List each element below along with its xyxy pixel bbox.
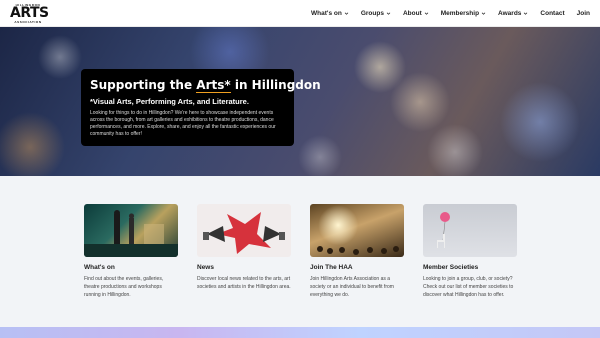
balloon-chair-image [437,212,450,248]
card-image-join[interactable] [310,204,404,257]
card-whats-on[interactable]: What's on Find out about the events, gal… [84,204,178,299]
nav-label: Join [576,10,590,17]
nav-label: Contact [540,10,565,17]
nav-item-about[interactable]: About [403,10,429,17]
main-nav: What's on Groups About Membership Awards… [299,0,590,27]
card-description: Discover local news related to the arts,… [197,276,291,290]
card-title[interactable]: News [197,264,291,271]
chevron-down-icon [344,12,349,15]
card-image-news[interactable] [197,204,291,257]
nav-label: Membership [440,10,480,17]
card-description: Looking to join a group, club, or societ… [423,276,514,298]
hero-title-start: Supporting the [90,78,197,92]
card-title[interactable]: Join The HAA [310,264,404,271]
hero-title-accent: Arts* [196,78,231,93]
feature-cards: What's on Find out about the events, gal… [84,204,517,314]
chevron-down-icon [524,12,528,15]
site-logo[interactable]: HILLINGDON ARTS ASSOCIATION [10,3,49,24]
audience-image [317,246,399,255]
card-title[interactable]: What's on [84,264,178,271]
card-join-haa[interactable]: Join The HAA Join Hillingdon Arts Associ… [310,204,404,299]
megaphone-image [203,212,285,254]
card-title[interactable]: Member Societies [423,264,517,271]
card-news[interactable]: News Discover local news related to the … [197,204,291,291]
nav-label: What's on [311,10,342,17]
nav-item-awards[interactable]: Awards [498,10,528,17]
nav-item-contact[interactable]: Contact [540,10,564,17]
chevron-down-icon [386,12,391,15]
nav-item-groups[interactable]: Groups [361,10,391,17]
nav-item-whats-on[interactable]: What's on [311,10,349,17]
card-image-whats-on[interactable] [84,204,178,257]
site-header: HILLINGDON ARTS ASSOCIATION What's on Gr… [0,0,600,27]
hero-title-end: in Hillingdon [230,78,321,92]
card-description: Find out about the events, galleries, th… [84,276,164,298]
hero-card: Supporting the Arts* in Hillingdon *Visu… [81,69,321,146]
hero-description: Looking for things to do in Hillingdon? … [90,110,276,137]
card-member-societies[interactable]: Member Societies Looking to join a group… [423,204,517,299]
chevron-down-icon [481,12,486,15]
chevron-down-icon [424,12,429,15]
nav-item-membership[interactable]: Membership [441,10,486,17]
nav-label: Groups [360,10,384,17]
hero-subtitle: *Visual Arts, Performing Arts, and Liter… [90,97,249,106]
nav-item-join[interactable]: Join [577,10,590,17]
logo-bottom-text: ASSOCIATION [14,20,42,24]
card-description: Join Hillingdon Arts Association as a so… [310,276,394,298]
theatre-scene-image [84,210,178,257]
card-image-societies[interactable] [423,204,517,257]
nav-label: Awards [498,10,522,17]
logo-main-text: ARTS [10,5,49,21]
hero-banner: Supporting the Arts* in Hillingdon *Visu… [0,27,600,176]
footer-gradient-strip [0,327,600,338]
nav-label: About [402,10,422,17]
hero-title: Supporting the Arts* in Hillingdon [90,78,321,93]
